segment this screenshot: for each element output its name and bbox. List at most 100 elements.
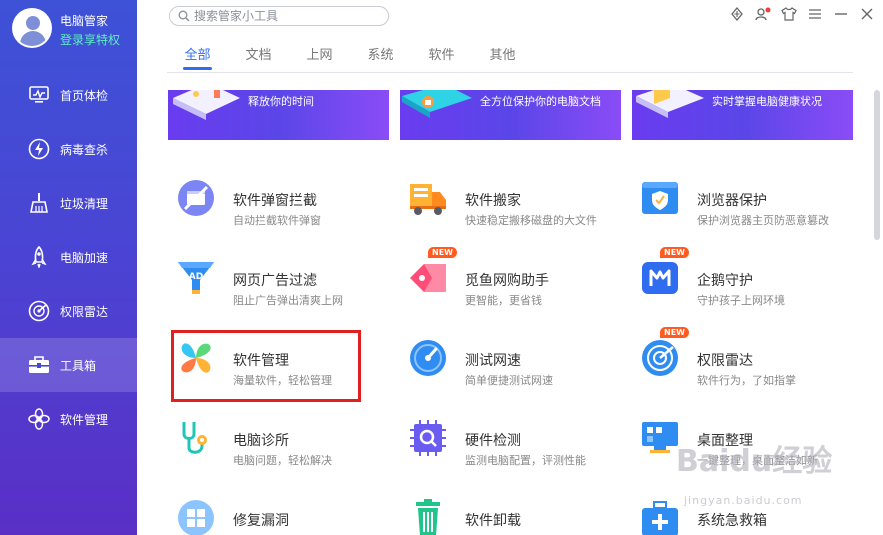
tool-name: 电脑诊所 <box>233 433 289 449</box>
tool-shopping-assistant[interactable]: NEW 觅鱼网购助手 更智能，更省钱 <box>400 247 620 310</box>
sidebar: 电脑管家 登录享特权 首页体检 病毒查杀 垃圾清理 电脑加速 权限雷达 工具箱 … <box>0 0 137 535</box>
category-tabs: 全部 文档 上网 系统 软件 其他 <box>167 44 533 70</box>
popup-block-icon <box>178 180 214 216</box>
monitor-icon <box>28 84 50 106</box>
tool-pc-clinic[interactable]: 电脑诊所 电脑问题，轻松解决 <box>168 410 388 470</box>
search-input[interactable] <box>194 9 384 23</box>
broom-icon <box>28 192 50 214</box>
menu-icon[interactable] <box>807 6 823 22</box>
tool-name: 软件搬家 <box>465 193 521 209</box>
banner-doc-protection[interactable]: 全方位保护你的电脑文档 <box>400 90 621 140</box>
skin-shirt-icon[interactable] <box>781 6 797 22</box>
isometric-illustration-icon <box>173 90 240 120</box>
main-panel: 全部 文档 上网 系统 软件 其他 释放你的时间 全方位保护你的电脑文档 实时掌… <box>137 0 883 535</box>
tab-divider <box>167 72 853 73</box>
tool-name: 软件卸载 <box>465 513 521 529</box>
tool-permission-radar[interactable]: NEW 权限雷达 软件行为，了如指掌 <box>632 327 852 390</box>
avatar[interactable] <box>12 8 52 48</box>
account-alert-icon[interactable] <box>755 6 771 22</box>
document-shield-illustration-icon <box>402 90 472 118</box>
tab-software[interactable]: 软件 <box>411 44 472 70</box>
login-privilege-link[interactable]: 登录享特权 <box>60 31 120 48</box>
rocket-icon <box>28 246 50 268</box>
first-aid-icon <box>642 501 678 535</box>
banner-free-time[interactable]: 释放你的时间 <box>168 90 389 140</box>
tool-desc: 简单便捷测试网速 <box>465 374 553 387</box>
sidebar-item-home-checkup[interactable]: 首页体检 <box>0 68 137 122</box>
tool-browser-protection[interactable]: 浏览器保护 保护浏览器主页防恶意篡改 <box>632 170 852 230</box>
tool-popup-blocker[interactable]: 软件弹窗拦截 自动拦截软件弹窗 <box>168 170 388 230</box>
software-icon <box>28 408 50 430</box>
tool-name: 觅鱼网购助手 <box>465 273 549 289</box>
sidebar-item-virus-scan[interactable]: 病毒查杀 <box>0 122 137 176</box>
sidebar-item-label: 垃圾清理 <box>60 196 109 211</box>
sidebar-item-label: 软件管理 <box>60 412 109 427</box>
radar-icon <box>28 300 50 322</box>
tool-system-first-aid[interactable]: 系统急救箱 <box>632 490 852 535</box>
banner-label: 全方位保护你的电脑文档 <box>480 95 601 108</box>
search-icon <box>178 7 190 26</box>
sidebar-item-label: 首页体检 <box>60 88 109 103</box>
software-manager-icon <box>181 343 211 373</box>
sidebar-item-pc-speedup[interactable]: 电脑加速 <box>0 230 137 284</box>
sidebar-item-label: 权限雷达 <box>60 304 109 319</box>
monitor-illustration-icon <box>636 90 704 118</box>
new-badge: NEW <box>428 247 457 258</box>
scrollbar[interactable] <box>874 90 880 240</box>
tool-name: 硬件检测 <box>465 433 521 449</box>
close-icon[interactable] <box>859 6 875 22</box>
sidebar-item-label: 病毒查杀 <box>60 142 109 157</box>
windows-repair-icon <box>178 500 214 535</box>
tool-name: 软件弹窗拦截 <box>233 193 317 209</box>
tool-desc: 海量软件，轻松管理 <box>233 374 332 387</box>
tab-system[interactable]: 系统 <box>350 44 411 70</box>
tool-desc: 电脑问题，轻松解决 <box>233 454 332 467</box>
new-badge: NEW <box>660 247 689 258</box>
tool-software-manager[interactable]: 软件管理 海量软件，轻松管理 <box>168 330 388 390</box>
user-profile[interactable]: 电脑管家 登录享特权 <box>12 8 137 52</box>
tool-software-mover[interactable]: 软件搬家 快速稳定搬移磁盘的大文件 <box>400 170 620 230</box>
sidebar-nav: 首页体检 病毒查杀 垃圾清理 电脑加速 权限雷达 工具箱 软件管理 <box>0 68 137 446</box>
tool-name: 测试网速 <box>465 353 521 369</box>
tool-speed-test[interactable]: 测试网速 简单便捷测试网速 <box>400 330 620 390</box>
sidebar-item-label: 电脑加速 <box>60 250 109 265</box>
feedback-icon[interactable] <box>729 6 745 22</box>
sidebar-item-permission-radar[interactable]: 权限雷达 <box>0 284 137 338</box>
app-name: 电脑管家 <box>60 14 109 28</box>
tool-desktop-organizer[interactable]: 桌面整理 一键整理，桌面整洁如新 <box>632 410 852 470</box>
sidebar-item-software-management[interactable]: 软件管理 <box>0 392 137 446</box>
tab-all[interactable]: 全部 <box>167 44 228 70</box>
tab-documents[interactable]: 文档 <box>228 44 289 70</box>
tool-grid: 软件弹窗拦截 自动拦截软件弹窗 软件搬家 快速稳定搬移磁盘的大文件 浏览器保护 … <box>168 160 858 535</box>
sidebar-item-toolbox[interactable]: 工具箱 <box>0 338 137 392</box>
tool-software-uninstall[interactable]: 软件卸载 <box>400 490 620 535</box>
banner-label: 实时掌握电脑健康状况 <box>712 95 822 108</box>
tool-desc: 一键整理，桌面整洁如新 <box>697 454 818 467</box>
tool-penguin-guard[interactable]: NEW 企鹅守护 守护孩子上网环境 <box>632 247 852 310</box>
minimize-icon[interactable] <box>833 6 849 22</box>
trash-icon <box>416 499 440 535</box>
tool-desc: 守护孩子上网环境 <box>697 294 785 307</box>
tool-ad-filter[interactable]: AD 网页广告过滤 阻止广告弹出清爽上网 <box>168 250 388 310</box>
banner-label: 释放你的时间 <box>248 95 314 108</box>
tool-desc: 自动拦截软件弹窗 <box>233 214 321 227</box>
tool-hardware-check[interactable]: 硬件检测 监测电脑配置，评测性能 <box>400 410 620 470</box>
tool-desc: 快速稳定搬移磁盘的大文件 <box>465 214 597 227</box>
window-controls <box>729 6 875 22</box>
tab-internet[interactable]: 上网 <box>289 44 350 70</box>
banner-health-status[interactable]: 实时掌握电脑健康状况 <box>632 90 853 140</box>
search-box[interactable] <box>169 6 389 26</box>
stethoscope-icon <box>182 422 207 454</box>
sidebar-item-label: 工具箱 <box>60 358 97 373</box>
tool-name: 浏览器保护 <box>697 193 767 209</box>
tool-desc: 阻止广告弹出清爽上网 <box>233 294 343 307</box>
svg-text:AD: AD <box>189 272 203 282</box>
new-badge: NEW <box>660 327 689 338</box>
tool-vulnerability-repair[interactable]: 修复漏洞 <box>168 490 388 535</box>
sidebar-item-junk-cleanup[interactable]: 垃圾清理 <box>0 176 137 230</box>
speedometer-icon <box>410 340 446 376</box>
tool-name: 桌面整理 <box>697 433 753 449</box>
tab-other[interactable]: 其他 <box>472 44 533 70</box>
tool-desc: 软件行为，了如指掌 <box>697 374 796 387</box>
tool-desc: 监测电脑配置，评测性能 <box>465 454 586 467</box>
